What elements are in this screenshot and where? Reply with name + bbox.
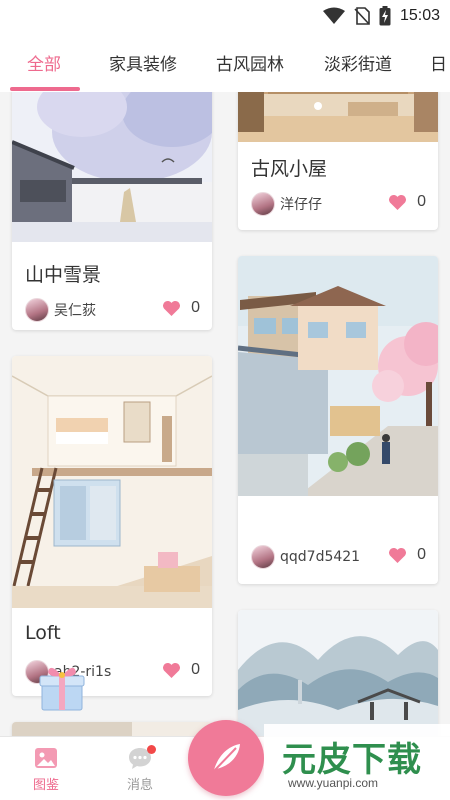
artwork-feed[interactable]: 山中雪景 吴仁荻 0 古风小屋 洋仔仔 0 Loft ah2-ri1s 0 qq… [0, 92, 450, 736]
tab-furniture[interactable]: 家具装修 [109, 50, 177, 75]
watermark-url: www.yuanpi.com [288, 776, 379, 790]
artwork-card[interactable]: 古风小屋 洋仔仔 0 [238, 92, 438, 230]
author-name: 洋仔仔 [280, 197, 322, 213]
no-sim-icon [354, 7, 370, 25]
avatar [251, 545, 275, 569]
status-bar: 15:03 [0, 0, 450, 32]
status-time: 15:03 [399, 7, 440, 24]
tab-active-indicator [10, 87, 80, 91]
avatar [25, 298, 49, 322]
tab-all[interactable]: 全部 [27, 50, 61, 75]
site-watermark: 元皮下载 www.yuanpi.com [264, 724, 450, 800]
artwork-author[interactable]: 洋仔仔 [251, 192, 322, 216]
heart-icon [389, 547, 407, 563]
like-count: 0 [191, 661, 200, 678]
battery-charging-icon [379, 6, 391, 26]
wooden-room-interior-illustration[interactable] [238, 92, 438, 142]
watermark-logo: 元皮下载 [282, 740, 422, 780]
screen: 15:03 全部 家具装修 古风园林 淡彩街道 日 山中雪景 吴仁荻 0 古风小… [0, 0, 450, 800]
like-button[interactable]: 0 [162, 661, 200, 679]
nav-gallery-label: 图鉴 [32, 778, 59, 793]
nav-gallery[interactable]: 图鉴 [16, 745, 76, 793]
author-name: 吴仁荻 [54, 303, 96, 319]
artwork-title: 古风小屋 [251, 158, 328, 180]
like-button[interactable]: 0 [388, 546, 426, 564]
like-button[interactable]: 0 [388, 193, 426, 211]
artwork-author[interactable]: 吴仁荻 [25, 298, 96, 322]
feather-icon [212, 744, 240, 773]
artwork-title: 山中雪景 [25, 264, 102, 286]
artwork-title: Loft [25, 622, 61, 644]
heart-icon [389, 194, 407, 210]
nav-messages-label: 消息 [126, 778, 153, 793]
category-tab-bar: 全部 家具装修 古风园林 淡彩街道 日 [0, 32, 450, 92]
artwork-image[interactable] [12, 722, 212, 736]
artwork-card[interactable]: Loft ah2-ri1s 0 [12, 356, 212, 696]
like-count: 0 [417, 193, 426, 210]
artwork-card[interactable] [12, 722, 212, 736]
artwork-author[interactable]: qqd7d5421 [251, 545, 360, 569]
tab-classical-garden[interactable]: 古风园林 [216, 50, 284, 75]
gift-box-icon[interactable] [38, 662, 86, 712]
heart-icon [163, 300, 181, 316]
loft-interior-illustration[interactable] [12, 356, 212, 608]
tab-more[interactable]: 日 [430, 50, 447, 75]
heart-icon [163, 662, 181, 678]
avatar [251, 192, 275, 216]
wifi-icon [322, 7, 345, 24]
create-button[interactable] [188, 720, 264, 796]
like-count: 0 [417, 546, 426, 563]
tab-pastel-street[interactable]: 淡彩街道 [324, 50, 392, 75]
artwork-card[interactable] [238, 610, 438, 736]
like-count: 0 [191, 299, 200, 316]
like-button[interactable]: 0 [162, 299, 200, 317]
unread-badge [147, 745, 156, 754]
snowy-mountain-courtyard-illustration[interactable] [12, 92, 212, 242]
artwork-card[interactable]: 山中雪景 吴仁荻 0 [12, 92, 212, 330]
author-name: qqd7d5421 [280, 549, 361, 565]
misty-mountain-pavilion-illustration[interactable] [238, 610, 438, 736]
artwork-card[interactable]: qqd7d5421 0 [238, 256, 438, 584]
status-icons: 15:03 [322, 6, 440, 26]
nav-messages[interactable]: 消息 [110, 745, 170, 793]
cherry-blossom-street-illustration[interactable] [238, 256, 438, 496]
gallery-icon [35, 748, 57, 768]
